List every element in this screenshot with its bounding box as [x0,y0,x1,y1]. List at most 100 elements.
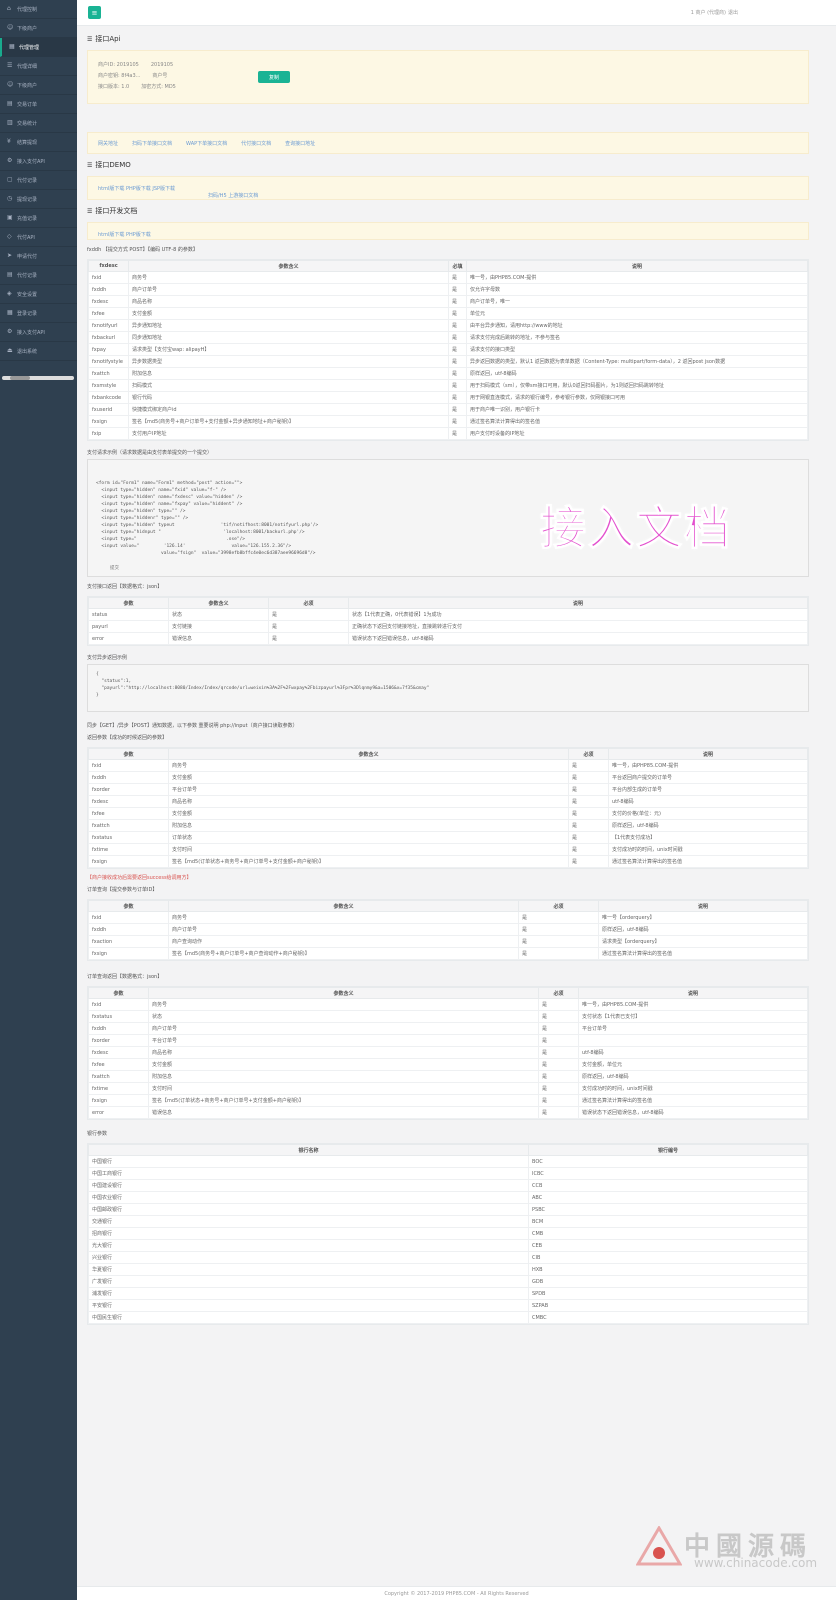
chart-icon: ▤ [7,100,13,107]
watermark-text: 接入文档 [540,501,732,556]
sidebar-item-16[interactable]: ▦ 登录记录 [0,304,77,323]
table-cell: fxfee [88,307,129,320]
table-cell: 支付链接 [168,620,269,633]
sidebar-item-0[interactable]: ⌂ 代理控制 [0,0,77,19]
table-cell: fxattch [88,819,169,832]
column-header: 必须 [538,987,579,999]
table-row: fxfee 支付金额是支付的价格(单位：元) [88,807,808,820]
sidebar-scrollbar[interactable] [2,376,74,380]
table-row: fxfee 支付金额是支付金额，单位元 [88,1058,808,1071]
table-cell: 请求类型【支付宝wap: alipayH】 [128,343,449,356]
table-cell: 是 [538,998,579,1011]
demo-downloads[interactable]: html版下载 PHP版下载 JSP版下载 [98,185,798,192]
table-cell: 是 [568,843,609,856]
code-icon: ◇ [7,233,12,240]
table-row: 中国工商银行 ICBC [88,1167,808,1180]
table-cell: 签名【md5(商务号+商户订单号+支付金额+异步通知地址+商户秘钥)】 [128,415,449,428]
table-cell: fxddh [88,923,169,936]
sidebar-item-label: 代付API [17,234,35,241]
table-cell: 平台内部生成的订单号 [608,783,808,796]
table-cell: 用于商户唯一识别，用户银行卡 [466,403,808,416]
table-cell: 通过签名算法计算得出的签名值 [608,855,808,868]
sidebar-item-18[interactable]: ⏏ 退出系统 [0,342,77,361]
sidebar-item-9[interactable]: ▢ 代付记录 [0,171,77,190]
table-cell: 唯一号，由PHP85.COM-提供 [578,998,808,1011]
table-row: fxfee 支付金额是单位元 [88,307,808,320]
sidebar-item-6[interactable]: ▥ 交易统计 [0,114,77,133]
sidebar-item-1[interactable]: ☺ 下级商户 [0,19,77,38]
top-bar: ≡ 1 商户 (代理商) 退出 [77,0,836,26]
sidebar-item-15[interactable]: ◈ 安全设置 [0,285,77,304]
table-cell: 是 [448,295,467,308]
column-header: 参数含义 [148,987,539,999]
sidebar-item-4[interactable]: ☺ 下级商户 [0,76,77,95]
table-cell: 是 [448,331,467,344]
sidebar-item-5[interactable]: ▤ 交易订单 [0,95,77,114]
scrollbar-thumb[interactable] [10,376,30,380]
api-links-box: 网关地址 扫码下单接口文档 WAP下单接口文档 代付接口文档 查询接口地址 [87,132,809,154]
table-row: fxsign 签名【md5(订单状态+商务号+商户订单号+支付金额+商户秘钥)】是… [88,855,808,868]
table-row: 中国民生银行 CMBC [88,1311,808,1324]
api-link-4[interactable]: 查询接口地址 [285,140,315,147]
demo-upstream-doc[interactable]: 扫码/H5 上游接口文档 [208,192,798,199]
table-cell: 是 [518,947,599,960]
sidebar-item-3[interactable]: ☰ 代理详细 [0,57,77,76]
doc-download-box[interactable]: html版下载 PHP版下载 [87,222,809,240]
sidebar-item-7[interactable]: ¥ 结算提现 [0,133,77,152]
submit-label[interactable]: 提交 [110,565,119,572]
notify-table: 参数 参数含义 必须 说明 fxid 商务号是唯一号，由PHP85.COM-提供 fxddh… [88,748,808,868]
api-link-3[interactable]: 代付接口文档 [241,140,271,147]
table-cell: 用户支付时设备的IP地址 [466,427,808,440]
table-cell: 支付时间 [168,843,569,856]
table-cell: 错误信息 [168,632,269,645]
sidebar-item-12[interactable]: ◇ 代付API [0,228,77,247]
api-link-0[interactable]: 网关地址 [98,140,118,147]
table-cell: 用于扫码模式（sm），仅带sm接口可用，默认0返回扫码图片，为1则返回扫码跳转地… [466,379,808,392]
table-cell: 是 [518,911,599,924]
column-header: 必填 [448,260,467,272]
sidebar-item-14[interactable]: ▤ 代付记录 [0,266,77,285]
column-header: 参数 [88,748,169,760]
sidebar-item-17[interactable]: ⚙ 接入支付API [0,323,77,342]
copy-button[interactable]: 复制 [258,71,290,83]
table-row: fxid 商务号是唯一号，由PHP85.COM-提供 [88,759,808,772]
sidebar-item-11[interactable]: ▣ 充值记录 [0,209,77,228]
table-cell: fxtime [88,1082,149,1095]
table-cell: 商户订单号 [168,923,519,936]
table-cell: utf-8编码 [608,795,808,808]
table-cell: 是 [448,379,467,392]
table-cell: 银行代码 [128,391,449,404]
api-version: 接口版本: 1.0 [98,84,130,90]
table-cell: fxdesc [88,295,129,308]
doc-title-text: 接口开发文档 [95,207,138,215]
api-link-2[interactable]: WAP下单接口文档 [186,140,227,147]
table-cell: fxsign [88,1094,149,1107]
current-user[interactable]: 1 商户 (代理商) [691,9,726,16]
content: ☰ 接口Api 商户ID: 2019105 2019105 商户密钥: 8f4a3.… [87,28,809,1328]
api-link-1[interactable]: 扫码下单接口文档 [132,140,172,147]
merchant-key: 商户密钥: 8f4a3... [98,73,141,79]
table-cell: SZPAB [528,1299,808,1312]
sidebar-item-8[interactable]: ⚙ 接入支付API [0,152,77,171]
table-cell: 异步返回数据的类型，默认1 返回数据为表单数据（Content-Type: mu… [466,355,808,368]
menu-toggle-button[interactable]: ≡ [88,6,101,19]
sidebar-item-10[interactable]: ◷ 提现记录 [0,190,77,209]
table-cell: error [88,632,169,645]
table-cell: 支付成功时的时间，unix时间戳 [608,843,808,856]
table-row: fxpay 请求类型【支付宝wap: alipayH】是请求支付的接口类型 [88,343,808,356]
sidebar-item-13[interactable]: ➤ 申请代付 [0,247,77,266]
table-cell: 签名【md5(商务号+商户订单号+商户查询动作+商户秘钥)】 [168,947,519,960]
api-info-box: 商户ID: 2019105 2019105 商户密钥: 8f4a3... 商户号 接… [87,50,809,104]
wallet-icon: ▣ [7,214,13,221]
column-header: 必须 [568,748,609,760]
sidebar-item-label: 安全设置 [17,291,38,298]
table-cell: ABC [528,1191,808,1204]
table-cell: 中国银行 [88,1155,529,1168]
table-cell: 是 [568,783,609,796]
logout-link[interactable]: 退出 [728,9,738,16]
table-cell: 是 [568,819,609,832]
sidebar-item-2[interactable]: ▦ 代理管理 [0,38,77,57]
column-header: 参数 [88,900,169,912]
table-row: status 状态是状态【1代表正确，0代表错误】1为成功 [88,608,808,621]
table-row: 中国建设银行 CCB [88,1179,808,1192]
